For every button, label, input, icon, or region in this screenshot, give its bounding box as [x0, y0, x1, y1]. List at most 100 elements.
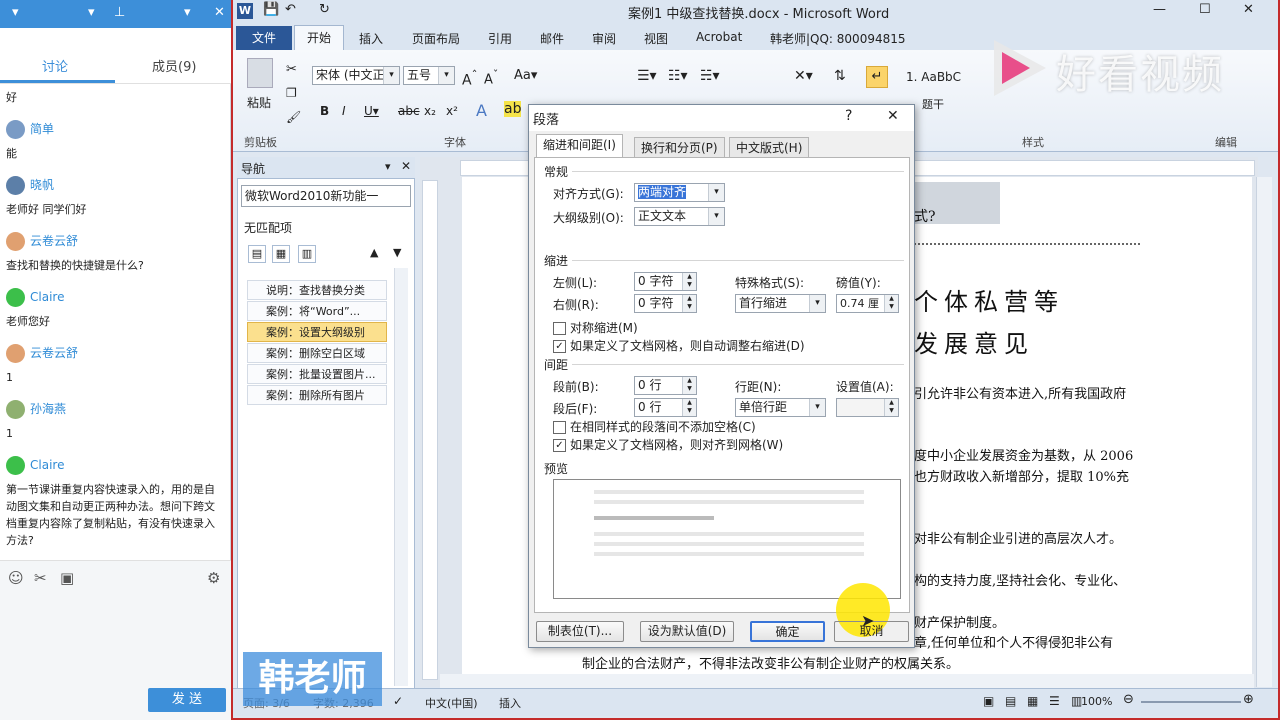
chat-nick[interactable]: Claire — [6, 456, 64, 475]
superscript-icon[interactable]: x² — [446, 104, 458, 118]
left-indent-input[interactable]: 0 字符 ▲ ▼ — [634, 272, 697, 291]
mirror-indent-checkbox[interactable]: 对称缩进(M) — [553, 321, 638, 335]
spacing-at-input[interactable]: ▲ ▼ — [836, 398, 899, 417]
status-mode[interactable]: 插入 — [499, 695, 521, 711]
close-window-icon[interactable]: ✕ — [1243, 2, 1254, 17]
special-indent-select[interactable]: 首行缩进 ▾ — [735, 294, 826, 313]
style-gallery-heading[interactable]: 题干 — [922, 96, 944, 112]
nav-search-input[interactable]: 微软Word2010新功能一 — [241, 185, 411, 207]
nav-item[interactable]: 案例：批量设置图片... — [247, 364, 387, 384]
tab-home[interactable]: 开始 — [294, 25, 344, 51]
zoom-out-icon[interactable]: ⊖ — [1123, 692, 1134, 707]
paste-icon[interactable] — [247, 58, 273, 88]
tab-file[interactable]: 文件 — [236, 26, 292, 50]
paste-button[interactable]: 粘贴 — [247, 94, 271, 111]
nav-up-icon[interactable]: ▲ — [370, 246, 378, 259]
tab-review[interactable]: 审阅 — [592, 30, 616, 47]
vertical-scrollbar[interactable] — [1256, 177, 1272, 687]
tab-discussion[interactable]: 讨论 — [42, 56, 68, 75]
shrink-font-icon[interactable]: Aˇ — [484, 68, 498, 87]
spinner-icon[interactable]: ▲ ▼ — [682, 295, 696, 312]
horizontal-scrollbar[interactable] — [440, 674, 1254, 688]
redo-icon[interactable]: ↻ — [319, 2, 330, 17]
results-view-icon[interactable]: ▥ — [298, 245, 316, 263]
style-gallery-item[interactable]: 1. AaBbC — [906, 70, 961, 84]
underline-icon[interactable]: U▾ — [364, 104, 379, 118]
tab-mailings[interactable]: 邮件 — [540, 30, 564, 47]
close-icon[interactable]: ✕ — [401, 159, 411, 173]
tab-page-layout[interactable]: 页面布局 — [412, 30, 460, 47]
format-painter-icon[interactable]: 🖌 — [286, 110, 301, 124]
nav-item[interactable]: 说明：查找替换分类 — [247, 280, 387, 300]
headings-view-icon[interactable]: ▤ — [248, 245, 266, 263]
chat-nick[interactable]: 孙海燕 — [6, 400, 66, 419]
dropdown-icon[interactable]: ▾ — [88, 5, 95, 20]
tab-indents-spacing[interactable]: 缩进和间距(I) — [536, 134, 623, 157]
checkbox-box[interactable] — [553, 421, 566, 434]
save-icon[interactable]: 💾 — [263, 2, 279, 17]
chat-nick[interactable]: 简单 — [6, 120, 54, 139]
outline-view-icon[interactable]: ☰ — [1049, 694, 1060, 708]
font-name-box[interactable]: 宋体 (中文正) ▾ — [312, 66, 400, 85]
tab-view[interactable]: 视图 — [644, 30, 668, 47]
italic-icon[interactable]: I — [342, 104, 346, 118]
snap-to-grid-checkbox[interactable]: ✓ 如果定义了文档网格，则对齐到网格(W) — [553, 438, 783, 452]
strikethrough-icon[interactable]: abc — [398, 104, 420, 118]
show-marks-icon[interactable]: ↵ — [866, 66, 888, 88]
multilevel-icon[interactable]: ☵▾ — [700, 68, 720, 84]
chat-nick[interactable]: 云卷云舒 — [6, 232, 78, 251]
no-space-same-style-checkbox[interactable]: 在相同样式的段落间不添加空格(C) — [553, 420, 756, 434]
nav-item[interactable]: 案例：将“Word”... — [247, 301, 387, 321]
status-language[interactable]: 中文(中国) — [425, 695, 478, 711]
status-zoom[interactable]: 100% — [1081, 695, 1112, 708]
nav-item[interactable]: 案例：删除所有图片 — [247, 385, 387, 405]
nav-scrollbar[interactable] — [394, 268, 408, 686]
gear-icon[interactable]: ⚙ — [207, 569, 220, 587]
set-default-button[interactable]: 设为默认值(D) — [640, 621, 734, 642]
bullets-icon[interactable]: ☰▾ — [637, 68, 657, 84]
indent-by-input[interactable]: 0.74 厘 ▲ ▼ — [836, 294, 899, 313]
spinner-icon[interactable]: ▲ ▼ — [682, 399, 696, 416]
spacing-before-input[interactable]: 0 行 ▲ ▼ — [634, 376, 697, 395]
chat-nick[interactable]: Claire — [6, 288, 64, 307]
checkbox-checked[interactable]: ✓ — [553, 340, 566, 353]
spinner-icon[interactable]: ▲ ▼ — [682, 377, 696, 394]
text-effects-icon[interactable]: A — [476, 101, 487, 120]
vertical-ruler[interactable] — [422, 180, 438, 680]
right-indent-input[interactable]: 0 字符 ▲ ▼ — [634, 294, 697, 313]
ok-button[interactable]: 确定 — [750, 621, 825, 642]
tab-asian-typography[interactable]: 中文版式(H) — [729, 137, 810, 157]
zoom-slider[interactable] — [1141, 701, 1241, 703]
nav-item[interactable]: 案例：删除空白区域 — [247, 343, 387, 363]
pages-view-icon[interactable]: ▦ — [272, 245, 290, 263]
chat-nick[interactable]: 云卷云舒 — [6, 344, 78, 363]
bold-icon[interactable]: B — [320, 104, 329, 118]
grow-font-icon[interactable]: Aˆ — [462, 68, 477, 89]
nav-down-icon[interactable]: ▼ — [393, 246, 401, 259]
minimize-icon[interactable]: ▾ — [12, 5, 19, 20]
minimize-icon[interactable]: ▾ — [184, 5, 191, 20]
subscript-icon[interactable]: x₂ — [424, 104, 436, 118]
scissors-icon[interactable]: ✂ — [34, 569, 47, 587]
minimize-window-icon[interactable]: — — [1153, 2, 1166, 17]
help-icon[interactable]: ? — [845, 108, 852, 124]
tab-line-page-breaks[interactable]: 换行和分页(P) — [634, 137, 725, 157]
asian-layout-icon[interactable]: ✕▾ — [794, 68, 813, 84]
tab-references[interactable]: 引用 — [488, 30, 512, 47]
spacing-after-input[interactable]: 0 行 ▲ ▼ — [634, 398, 697, 417]
highlight-icon[interactable]: ab — [504, 101, 522, 117]
checkbox-box[interactable] — [553, 322, 566, 335]
tabs-button[interactable]: 制表位(T)... — [536, 621, 624, 642]
print-layout-icon[interactable]: ▣ — [983, 694, 994, 708]
spellcheck-icon[interactable]: ✓ — [393, 694, 403, 708]
change-case-icon[interactable]: Aa▾ — [514, 68, 537, 83]
nav-item-selected[interactable]: 案例：设置大纲级别 — [247, 322, 387, 342]
auto-right-indent-checkbox[interactable]: ✓ 如果定义了文档网格，则自动调整右缩进(D) — [553, 339, 805, 353]
tab-members[interactable]: 成员(9) — [152, 56, 196, 75]
spinner-icon[interactable]: ▲ ▼ — [884, 295, 898, 312]
numbering-icon[interactable]: ☷▾ — [668, 68, 688, 84]
emoji-icon[interactable]: ☺ — [8, 569, 24, 587]
tab-acrobat[interactable]: Acrobat — [696, 30, 742, 44]
cut-icon[interactable]: ✂ — [286, 62, 297, 77]
chat-nick[interactable]: 晓帆 — [6, 176, 54, 195]
